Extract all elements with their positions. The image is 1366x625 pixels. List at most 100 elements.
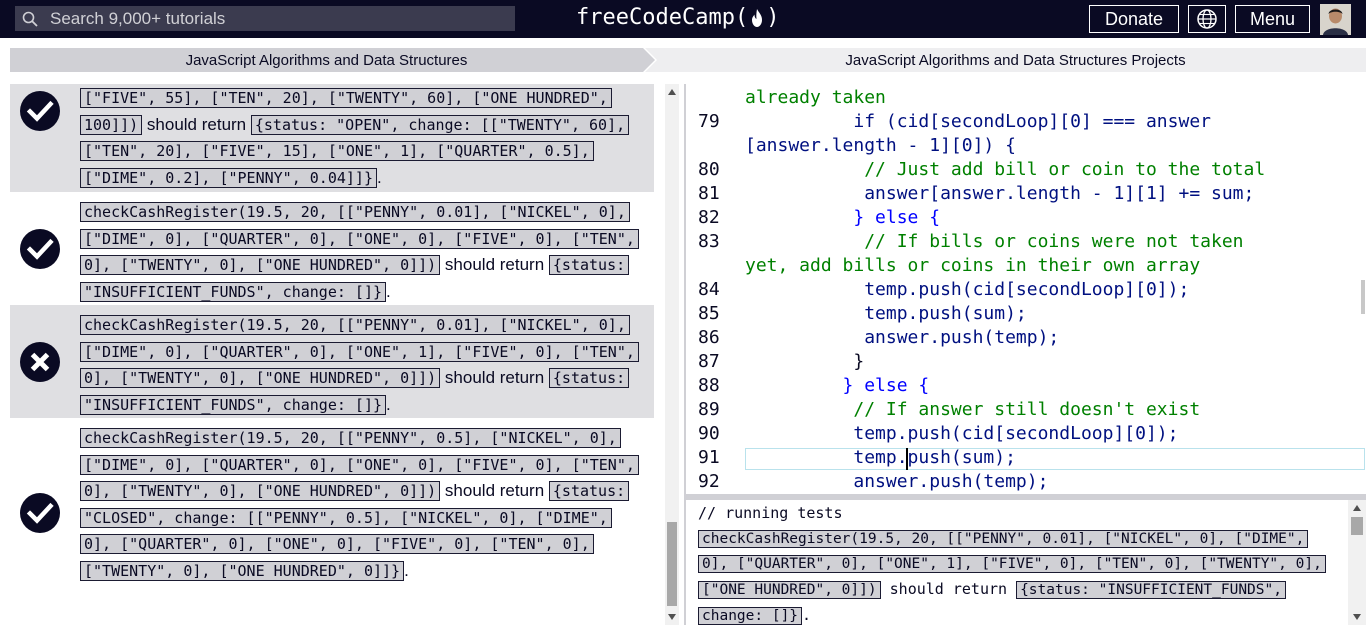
editor-line[interactable]: 80 // Just add bill or coin to the total	[686, 158, 1366, 182]
line-number: 88	[698, 375, 720, 396]
console-scrollbar[interactable]	[1348, 500, 1366, 625]
line-code[interactable]: temp.push(sum);	[745, 302, 1027, 326]
editor-line[interactable]: 82 } else {	[686, 206, 1366, 230]
test-list-scrollbar[interactable]	[665, 84, 679, 625]
line-code[interactable]: yet, add bills or coins in their own arr…	[745, 254, 1200, 278]
line-number: 91	[698, 447, 720, 468]
line-code[interactable]: answer.push(temp);	[745, 470, 1048, 494]
pass-check-icon	[20, 229, 60, 269]
editor-line[interactable]: already taken	[686, 86, 1366, 110]
line-number: 82	[698, 207, 720, 228]
search-placeholder[interactable]: Search 9,000+ tutorials	[50, 9, 225, 29]
scroll-down-arrow-icon[interactable]	[668, 614, 676, 620]
logo-text: freeCodeCamp(	[576, 5, 749, 30]
breadcrumb-block[interactable]: JavaScript Algorithms and Data Structure…	[645, 48, 1366, 72]
line-code[interactable]: [answer.length - 1][0]) {	[745, 134, 1016, 158]
line-code[interactable]: } else {	[745, 206, 940, 230]
pass-check-icon	[20, 91, 60, 131]
editor-line[interactable]: yet, add bills or coins in their own arr…	[686, 254, 1366, 278]
test-label: should return	[440, 255, 549, 274]
scroll-down-arrow-icon[interactable]	[1353, 614, 1361, 620]
editor-line[interactable]: 86 answer.push(temp);	[686, 326, 1366, 350]
top-nav: Search 9,000+ tutorials freeCodeCamp( ) …	[0, 0, 1366, 38]
test-label: should return	[440, 368, 549, 387]
test-end: .	[386, 394, 391, 414]
line-code[interactable]: if (cid[secondLoop][0] === answer	[745, 110, 1211, 134]
line-number: 81	[698, 183, 720, 204]
text-cursor	[906, 448, 908, 470]
test-end: .	[376, 167, 382, 187]
test-end: .	[404, 560, 409, 580]
editor-line[interactable]: 85 temp.push(sum);	[686, 302, 1366, 326]
line-code[interactable]: temp.push(cid[secondLoop][0]);	[745, 422, 1178, 446]
console-comment: // running tests	[698, 504, 843, 522]
line-number: 86	[698, 327, 720, 348]
test-item: checkCashRegister(19.5, 20, [["PENNY", 0…	[10, 305, 654, 418]
test-text: ["FIVE", 55], ["TEN", 20], ["TWENTY", 60…	[80, 85, 640, 191]
editor-line[interactable]: 92 answer.push(temp);	[686, 470, 1366, 494]
line-code[interactable]: // Just add bill or coin to the total	[745, 158, 1265, 182]
donate-button[interactable]: Donate	[1089, 5, 1179, 33]
line-code[interactable]: }	[745, 350, 864, 374]
console-output: // running tests checkCashRegister(19.5,…	[698, 501, 1338, 625]
editor-line[interactable]: 79 if (cid[secondLoop][0] === answer	[686, 110, 1366, 134]
editor-line[interactable]: 87 }	[686, 350, 1366, 374]
search-bar[interactable]: Search 9,000+ tutorials	[15, 6, 515, 31]
search-icon	[22, 11, 38, 27]
code-editor[interactable]: already taken 79 if (cid[secondLoop][0] …	[686, 84, 1366, 494]
line-code[interactable]: already taken	[745, 86, 886, 110]
breadcrumb: JavaScript Algorithms and Data Structure…	[10, 48, 1366, 72]
scroll-up-arrow-icon[interactable]	[1353, 505, 1361, 511]
line-code[interactable]: temp.push(cid[secondLoop][0]);	[745, 278, 1189, 302]
editor-line[interactable]: 83 // If bills or coins were not taken	[686, 230, 1366, 254]
line-number: 80	[698, 159, 720, 180]
editor-line[interactable]: 84 temp.push(cid[secondLoop][0]);	[686, 278, 1366, 302]
line-code[interactable]: answer.push(temp);	[745, 326, 1059, 350]
scrollbar-thumb[interactable]	[1351, 517, 1363, 535]
line-number: 85	[698, 303, 720, 324]
line-code[interactable]: answer[answer.length - 1][1] += sum;	[745, 182, 1254, 206]
test-text: checkCashRegister(19.5, 20, [["PENNY", 0…	[80, 425, 640, 584]
test-end: .	[386, 281, 391, 301]
test-label: should return	[440, 481, 549, 500]
line-code[interactable]: temp.push(sum);	[745, 446, 1016, 470]
pass-check-icon	[20, 493, 60, 533]
line-number: 89	[698, 399, 720, 420]
user-avatar[interactable]	[1320, 4, 1351, 35]
editor-line[interactable]: [answer.length - 1][0]) {	[686, 134, 1366, 158]
editor-line[interactable]: 91 temp.push(sum);	[686, 446, 1366, 470]
line-number: 84	[698, 279, 720, 300]
console-label: should return	[880, 580, 1017, 599]
globe-icon	[1197, 9, 1217, 29]
test-list: ["FIVE", 55], ["TEN", 20], ["TWENTY", 60…	[10, 84, 654, 625]
scroll-up-arrow-icon[interactable]	[668, 89, 676, 95]
line-number: 92	[698, 471, 720, 492]
console-end: .	[802, 605, 812, 624]
test-text: checkCashRegister(19.5, 20, [["PENNY", 0…	[80, 312, 640, 418]
logo-text-end: )	[766, 5, 780, 30]
avatar-image	[1320, 4, 1351, 35]
test-item: ["FIVE", 55], ["TEN", 20], ["TWENTY", 60…	[10, 84, 654, 192]
fail-x-icon	[20, 342, 60, 382]
language-button[interactable]	[1188, 5, 1226, 33]
editor-scrollbar-thumb[interactable]	[1361, 280, 1365, 314]
test-item: checkCashRegister(19.5, 20, [["PENNY", 0…	[10, 192, 654, 305]
line-number: 87	[698, 351, 720, 372]
breadcrumb-superblock[interactable]: JavaScript Algorithms and Data Structure…	[10, 48, 655, 72]
line-number: 79	[698, 111, 720, 132]
test-console: // running tests checkCashRegister(19.5,…	[686, 500, 1366, 625]
line-code[interactable]: // If bills or coins were not taken	[745, 230, 1243, 254]
scrollbar-thumb[interactable]	[667, 522, 677, 606]
test-item: checkCashRegister(19.5, 20, [["PENNY", 0…	[10, 418, 654, 625]
menu-button[interactable]: Menu	[1235, 5, 1310, 33]
editor-line[interactable]: 88 } else {	[686, 374, 1366, 398]
freecodecamp-logo[interactable]: freeCodeCamp( )	[576, 5, 779, 30]
editor-line[interactable]: 89 // If answer still doesn't exist	[686, 398, 1366, 422]
line-code[interactable]: // If answer still doesn't exist	[745, 398, 1200, 422]
line-number: 83	[698, 231, 720, 252]
flame-icon	[752, 8, 763, 27]
line-code[interactable]: } else {	[745, 374, 930, 398]
editor-line[interactable]: 81 answer[answer.length - 1][1] += sum;	[686, 182, 1366, 206]
editor-line[interactable]: 90 temp.push(cid[secondLoop][0]);	[686, 422, 1366, 446]
test-text: checkCashRegister(19.5, 20, [["PENNY", 0…	[80, 199, 640, 305]
